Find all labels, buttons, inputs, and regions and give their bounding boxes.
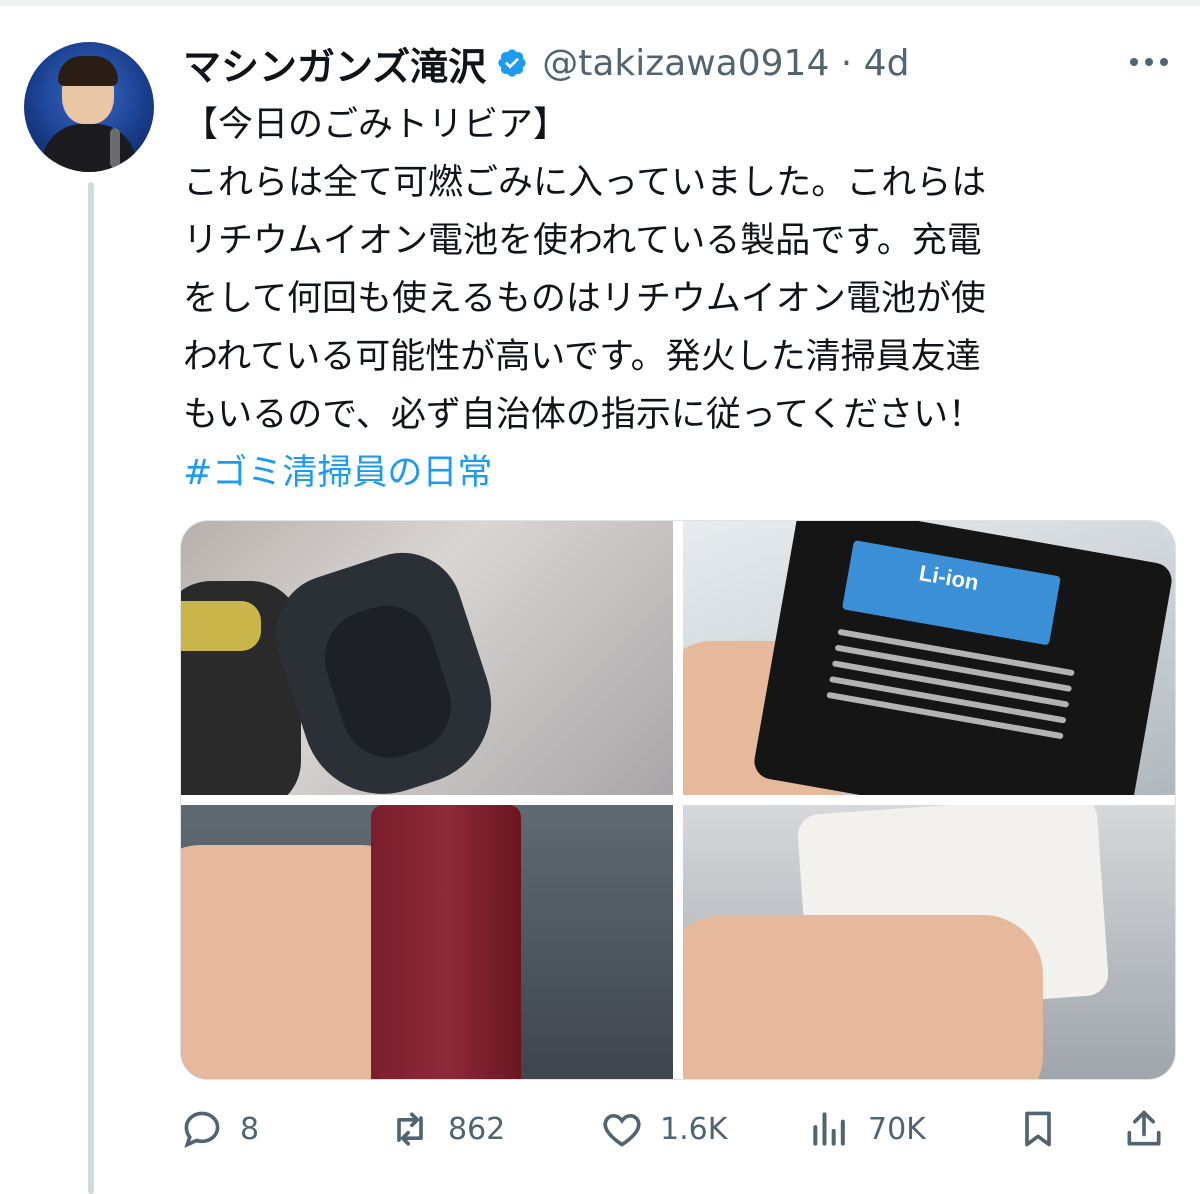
author-name[interactable]: マシンガンズ滝沢: [183, 36, 486, 91]
thread-line: [88, 182, 94, 1194]
tweet-line: これらは全て可燃ごみに入っていました。これらは: [183, 163, 987, 203]
tweet-line: 【今日のごみトリビア】: [183, 105, 569, 145]
views-button[interactable]: 70K: [808, 1100, 926, 1158]
views-chart-icon: [813, 1112, 845, 1146]
avatar[interactable]: [24, 42, 154, 172]
battery-warning-text: [818, 619, 1077, 789]
share-button[interactable]: [1122, 1100, 1182, 1158]
reply-icon: [184, 1111, 220, 1148]
glove-band: [181, 601, 261, 651]
earbud-case-inner: [312, 593, 464, 771]
tweet-header: マシンガンズ滝沢 @takizawa0914 · 4d: [183, 40, 909, 89]
top-divider: [0, 0, 1200, 6]
photo-earbuds[interactable]: [181, 521, 673, 795]
repost-button[interactable]: 862: [388, 1100, 505, 1158]
action-bar: 8 862 1.6K 70K: [180, 1100, 1180, 1158]
views-count: 70K: [868, 1111, 926, 1147]
verified-icon: [496, 47, 528, 79]
bookmark-button[interactable]: [1016, 1100, 1076, 1158]
reply-button[interactable]: 8: [180, 1100, 259, 1158]
music-player-shape: [371, 805, 521, 1079]
tweet-text: 【今日のごみトリビア】 これらは全て可燃ごみに入っていました。これらは リチウム…: [183, 96, 1183, 502]
more-options-icon[interactable]: [1122, 44, 1176, 80]
avatar-hair: [58, 56, 118, 86]
bookmark-icon: [1025, 1111, 1051, 1147]
like-count: 1.6K: [660, 1111, 728, 1147]
handle-and-time[interactable]: @takizawa0914 · 4d: [542, 43, 909, 84]
share-icon: [1127, 1110, 1161, 1146]
media-grid: Li-ion: [180, 520, 1176, 1080]
tweet-line: もいるので、必ず自治体の指示に従ってください！: [183, 395, 984, 435]
heart-icon: [603, 1113, 641, 1147]
hashtag-link[interactable]: #ゴミ清掃員の日常: [183, 453, 492, 493]
like-button[interactable]: 1.6K: [600, 1100, 727, 1158]
avatar-body: [42, 124, 136, 172]
repost-count: 862: [448, 1111, 506, 1147]
tweet-line: われている可能性が高いです。発火した清掃員友達: [183, 337, 981, 377]
photo-charger[interactable]: [683, 805, 1175, 1079]
hand-shape: [683, 915, 1043, 1079]
battery-label-text: Li-ion: [917, 560, 981, 596]
repost-icon: [397, 1112, 423, 1146]
photo-battery[interactable]: Li-ion: [683, 521, 1175, 795]
reply-count: 8: [240, 1111, 260, 1147]
tweet-line: をして何回も使えるものはリチウムイオン電池が使: [183, 279, 986, 319]
battery-shape: Li-ion: [751, 521, 1175, 795]
avatar-mic: [110, 128, 120, 168]
tweet-line: リチウムイオン電池を使われている製品です。充電: [183, 221, 982, 261]
photo-music-player[interactable]: [181, 805, 673, 1079]
